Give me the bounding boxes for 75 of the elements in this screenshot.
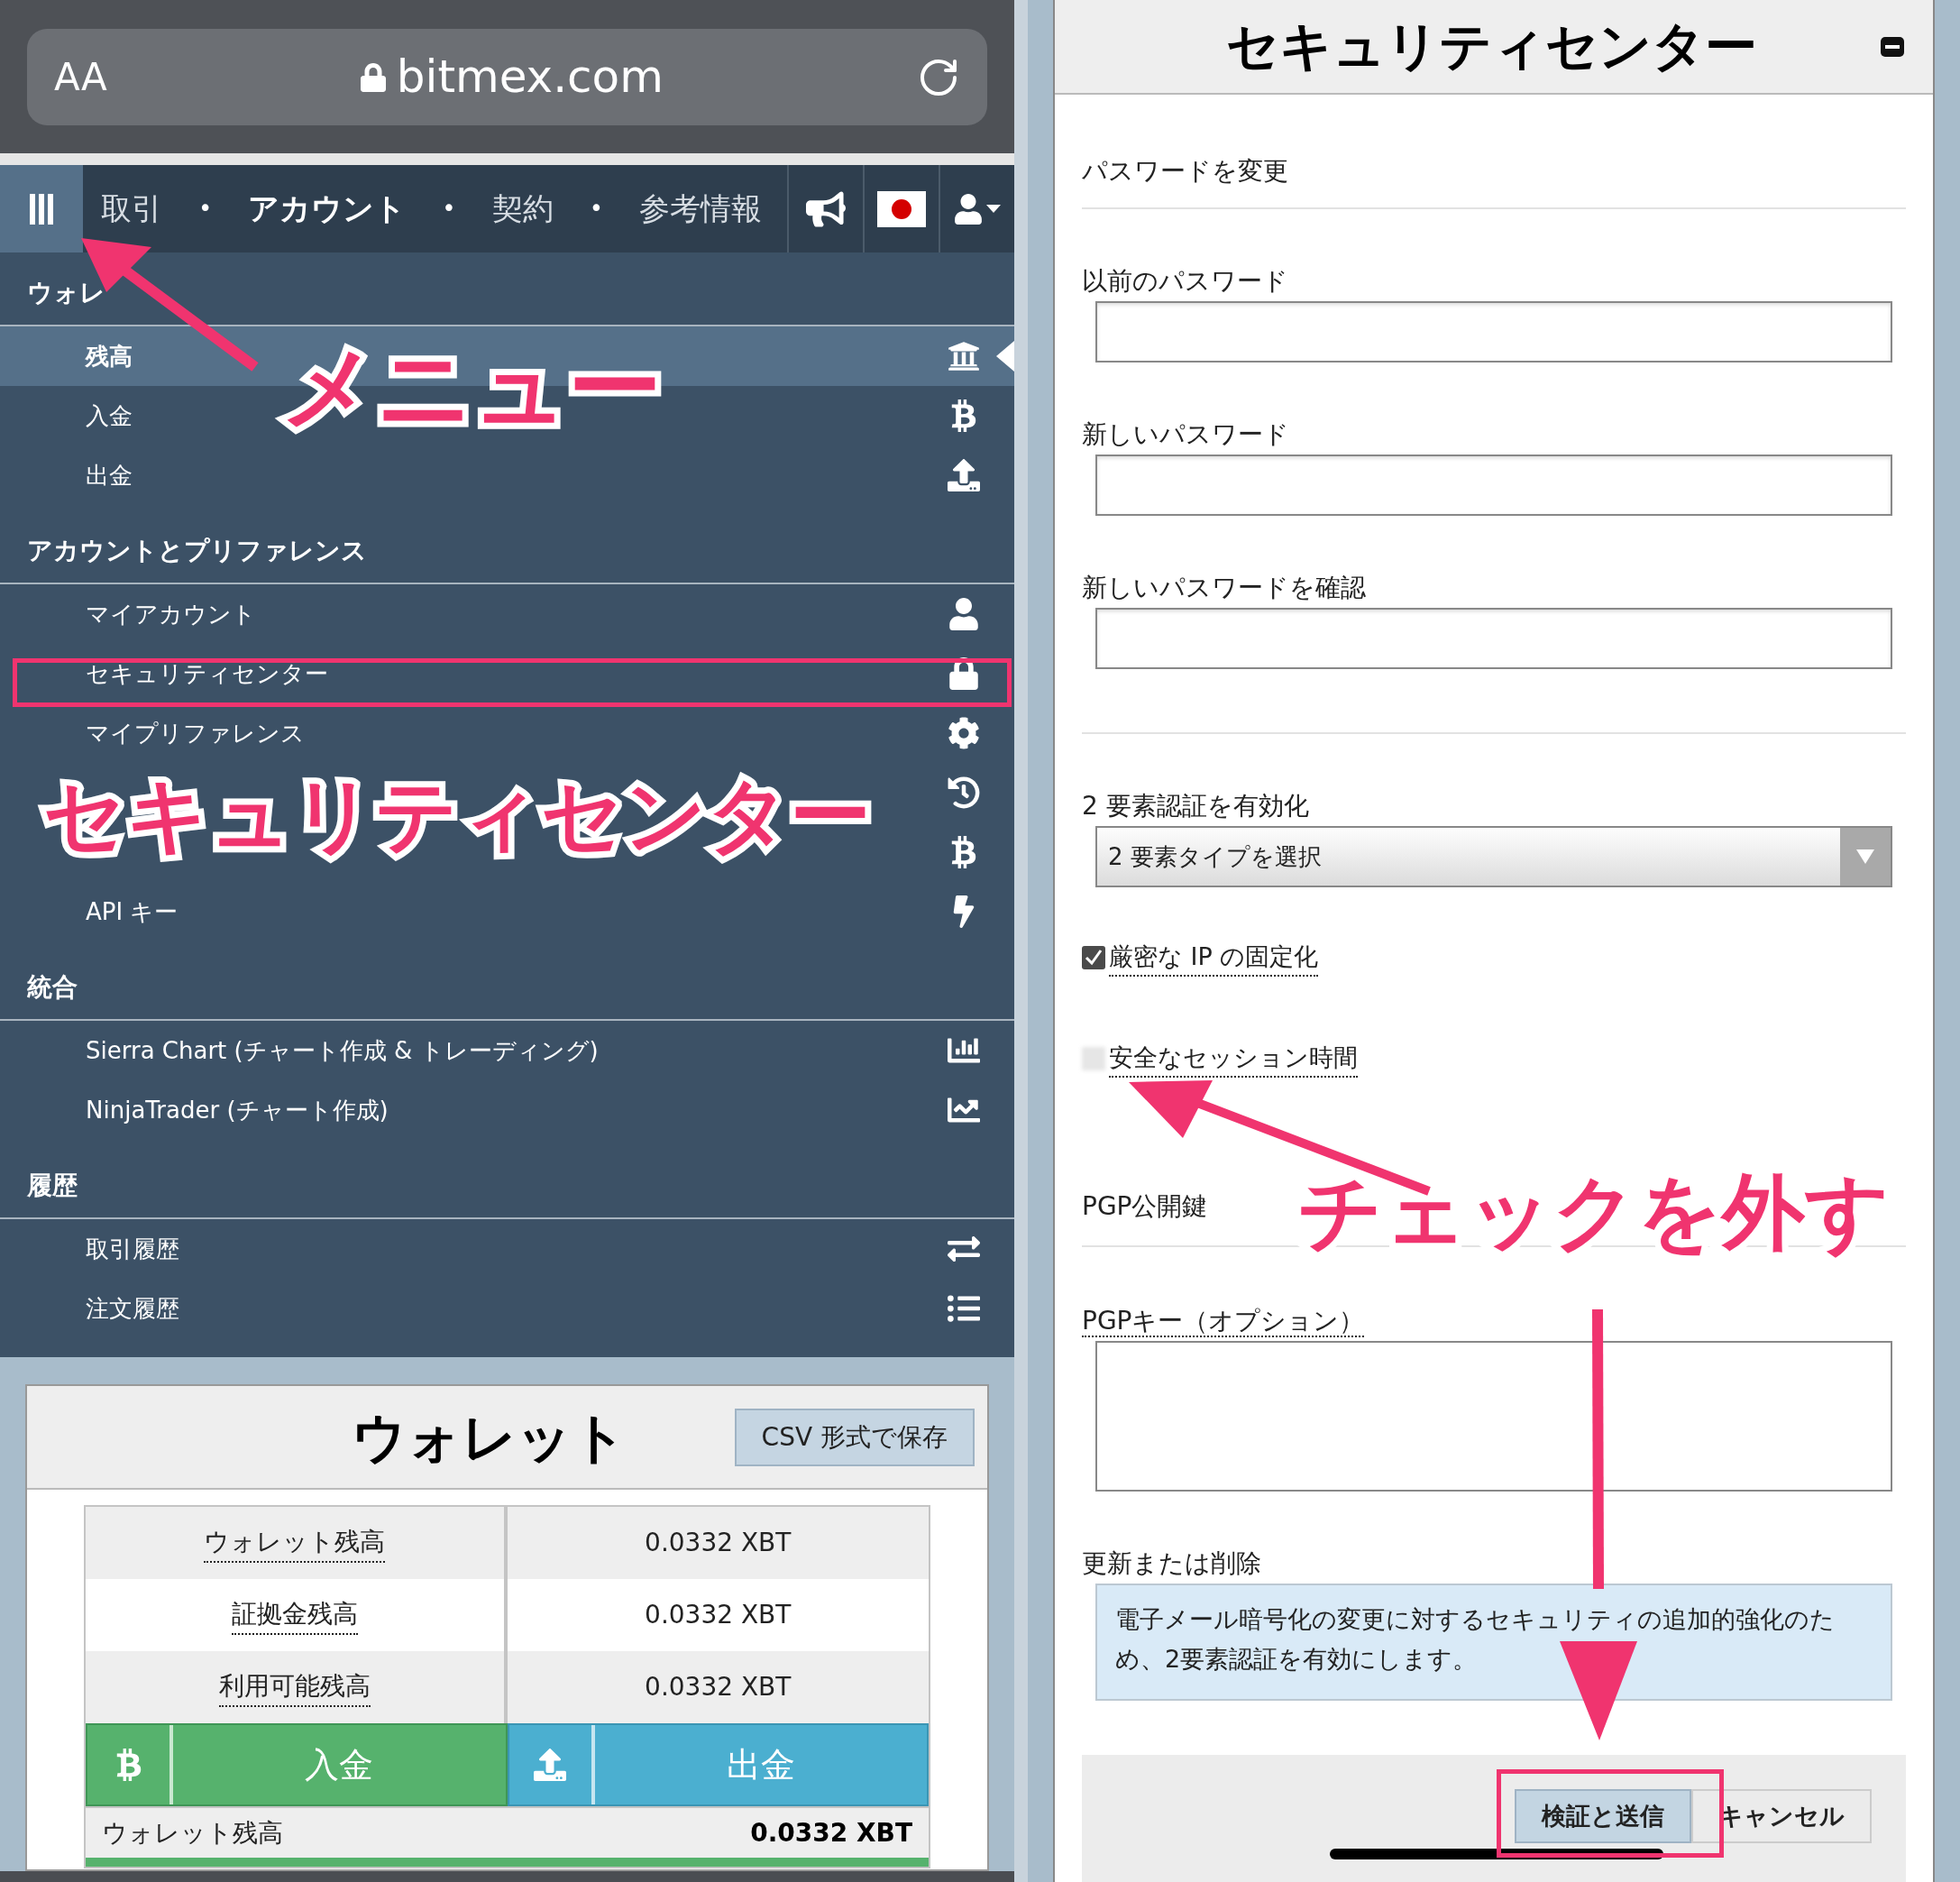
selection-pointer-icon <box>996 341 1014 372</box>
field-label: 2 要素認証を有効化 <box>1082 790 1310 822</box>
bank-icon <box>948 340 980 372</box>
menu-item[interactable]: 注文履歴 <box>86 1290 179 1327</box>
notice-box: 電子メール暗号化の変更に対するセキュリティの追加的強化のため、2要素認証を有効にします。 <box>1095 1584 1892 1701</box>
nav-tab[interactable]: 契約 <box>491 186 554 232</box>
option-label: 厳密な IP の固定化 <box>1109 938 1319 978</box>
user-icon[interactable] <box>954 193 983 225</box>
balance-value: 0.0332 XBT <box>645 1599 792 1631</box>
nav-separator: • <box>589 194 604 224</box>
section-header: 履歴 <box>26 1170 78 1202</box>
section-header: 統合 <box>26 971 78 1004</box>
menu-item[interactable]: マイプリファレンス <box>86 715 305 751</box>
submit-button[interactable]: 検証と送信 <box>1515 1789 1691 1843</box>
security-title: セキュリティセンター <box>1226 14 1757 78</box>
balance-value: 0.0332 XBT <box>645 1671 792 1703</box>
field-label: 以前のパスワード <box>1082 265 1289 298</box>
bitcoin-icon <box>114 1749 142 1781</box>
megaphone-icon[interactable] <box>806 190 846 227</box>
collapse-icon[interactable] <box>1881 36 1904 57</box>
balance-value: 0.0332 XBT <box>645 1527 792 1559</box>
section-header: PGP公開鍵 <box>1082 1191 1208 1221</box>
password-field[interactable] <box>1095 608 1892 669</box>
nav-separator: • <box>442 194 456 224</box>
menu-item[interactable]: 出金 <box>86 457 133 493</box>
wallet-title: ウォレット <box>352 1404 627 1471</box>
nav-tab[interactable]: 取引 <box>101 186 162 232</box>
field-label: 新しいパスワードを確認 <box>1082 572 1367 604</box>
nav-tab[interactable]: アカウント <box>248 186 407 232</box>
menu-button[interactable] <box>0 165 83 252</box>
balance-label: 証拠金残高 <box>231 1595 358 1635</box>
menu-item[interactable]: NinjaTrader (チャート作成) <box>86 1092 389 1128</box>
section-header: ウォレ <box>26 277 105 309</box>
lock-icon <box>360 62 386 92</box>
section-header: アカウントとプリファレンス <box>26 535 367 567</box>
upload-icon <box>948 459 980 491</box>
annotation-label: セキュリティセンター <box>42 767 872 864</box>
annotation-label: チェックを外す <box>1297 1163 1891 1262</box>
nav-tab[interactable]: 参考情報 <box>639 186 763 232</box>
upload-icon <box>532 1749 568 1781</box>
checkbox[interactable] <box>1082 946 1105 969</box>
caret-icon <box>986 205 1001 213</box>
lock-icon <box>948 657 980 690</box>
balance-label: ウォレット残高 <box>204 1523 386 1563</box>
gear-icon <box>948 717 980 749</box>
list-icon <box>948 1292 980 1325</box>
menu-item[interactable]: Sierra Chart (チャート作成 & トレーディング) <box>86 1033 599 1069</box>
section-header: パスワードを変更 <box>1082 156 1288 186</box>
history-icon <box>948 776 980 809</box>
url-text: bitmex.com <box>396 50 664 105</box>
field-label: PGPキー（オプション） <box>1082 1305 1365 1337</box>
field-label: 新しいパスワード <box>1082 418 1290 451</box>
flag-icon[interactable] <box>877 190 926 227</box>
field-label: 更新または削除 <box>1082 1547 1262 1580</box>
balance-value: 0.0332 XBT <box>750 1816 912 1850</box>
menu-item[interactable]: 入金 <box>86 398 133 434</box>
pgp-key-field[interactable] <box>1095 1341 1892 1492</box>
menu-item-label: 残高 <box>86 341 133 372</box>
export-csv-button[interactable]: CSV 形式で保存 <box>734 1408 975 1466</box>
nav-separator: • <box>198 194 213 224</box>
balance-label: ウォレット残高 <box>102 1816 283 1850</box>
menu-item[interactable]: セキュリティセンター <box>86 656 328 692</box>
menu-item[interactable]: マイアカウント <box>86 596 256 632</box>
two-factor-select[interactable]: 2 要素タイプを選択 <box>1095 826 1892 887</box>
balance-label: 利用可能残高 <box>218 1667 371 1707</box>
menu-item[interactable]: API キー <box>86 894 179 930</box>
menu-icon <box>29 193 54 225</box>
dropdown-arrow-icon <box>1856 849 1874 864</box>
password-field[interactable] <box>1095 301 1892 363</box>
option-label: 安全なセッション時間 <box>1109 1039 1358 1079</box>
password-field[interactable] <box>1095 454 1892 516</box>
user-icon <box>948 598 980 630</box>
text-size-button[interactable]: AA <box>54 49 107 106</box>
menu-item[interactable]: 取引履歴 <box>86 1231 179 1267</box>
address-bar[interactable]: AA bitmex.com <box>27 29 987 125</box>
